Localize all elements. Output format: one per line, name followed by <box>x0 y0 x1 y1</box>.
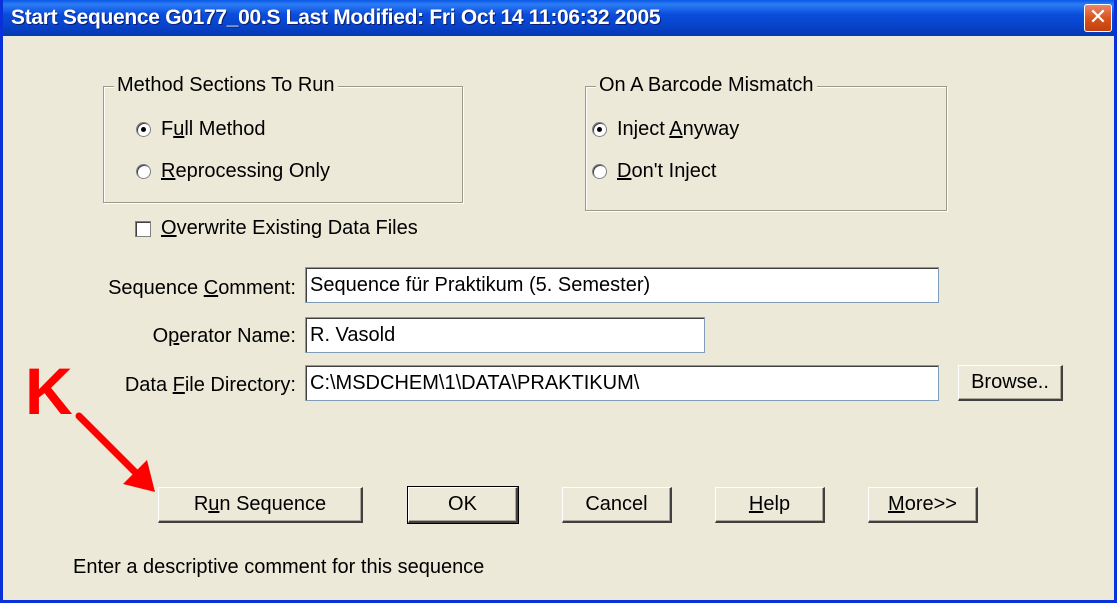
window-title: Start Sequence G0177_00.S Last Modified:… <box>11 6 661 29</box>
status-hint-text: Enter a descriptive comment for this seq… <box>73 556 485 578</box>
data-file-directory-label: Data File Directory: <box>124 374 296 396</box>
full-method-radio-button[interactable] <box>136 122 151 137</box>
method-sections-label: Method Sections To Run <box>114 74 338 97</box>
title-bar[interactable]: Start Sequence G0177_00.S Last Modified:… <box>3 0 1114 36</box>
help-button[interactable]: Help <box>715 487 825 523</box>
run-sequence-button[interactable]: Run Sequence <box>158 487 363 523</box>
more-button[interactable]: More>> <box>868 487 978 523</box>
dont-inject-label: Don't Inject <box>617 160 717 182</box>
dont-inject-radio[interactable]: Don't Inject <box>592 160 716 183</box>
close-icon: ✕ <box>1088 4 1108 29</box>
sequence-comment-label: Sequence Comment: <box>108 277 296 299</box>
overwrite-files-label: Overwrite Existing Data Files <box>161 217 418 239</box>
annotation-letter: K <box>25 354 73 428</box>
dont-inject-radio-button[interactable] <box>592 164 607 179</box>
reprocessing-only-radio-button[interactable] <box>136 164 151 179</box>
full-method-radio[interactable]: Full Method <box>136 118 266 141</box>
ok-button[interactable]: OK <box>407 486 519 524</box>
barcode-mismatch-group: On A Barcode Mismatch Inject Anyway Don'… <box>585 74 947 211</box>
inject-anyway-radio-button[interactable] <box>592 122 607 137</box>
start-sequence-dialog: Start Sequence G0177_00.S Last Modified:… <box>0 0 1117 603</box>
data-file-directory-input[interactable]: C:\MSDCHEM\1\DATA\PRAKTIKUM\ <box>305 365 939 401</box>
close-button[interactable]: ✕ <box>1084 4 1112 32</box>
sequence-comment-input[interactable]: Sequence für Praktikum (5. Semester) <box>305 267 939 303</box>
reprocessing-only-radio[interactable]: Reprocessing Only <box>136 160 330 183</box>
full-method-label: Full Method <box>161 118 266 140</box>
operator-name-label: Operator Name: <box>152 325 296 347</box>
overwrite-files-checkbox[interactable] <box>135 220 151 237</box>
cancel-button[interactable]: Cancel <box>562 487 672 523</box>
inject-anyway-label: Inject Anyway <box>617 118 740 140</box>
overwrite-files-checkbox-row[interactable]: Overwrite Existing Data Files <box>135 217 418 240</box>
reprocessing-only-label: Reprocessing Only <box>161 160 330 182</box>
method-sections-group: Method Sections To Run Full Method Repro… <box>103 74 463 203</box>
annotation-arrow-icon <box>75 412 155 492</box>
browse-button[interactable]: Browse.. <box>958 365 1063 401</box>
inject-anyway-radio[interactable]: Inject Anyway <box>592 118 739 141</box>
operator-name-input[interactable]: R. Vasold <box>305 317 705 353</box>
barcode-mismatch-label: On A Barcode Mismatch <box>596 74 817 97</box>
